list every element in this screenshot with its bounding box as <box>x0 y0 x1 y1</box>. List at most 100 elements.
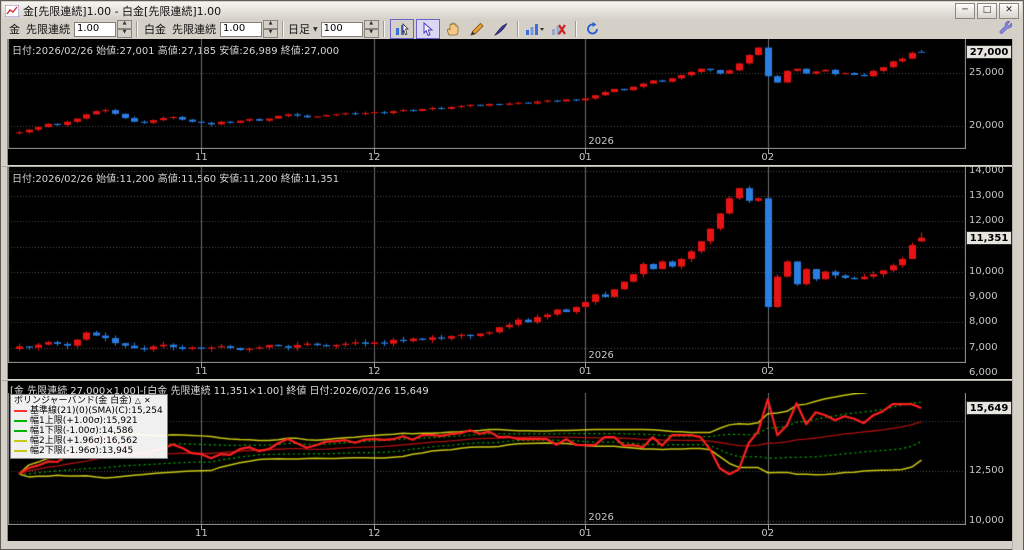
legend-item: 幅1上限(+1.00σ):15,921 <box>14 416 163 426</box>
spread-yaxis-tick: 12,500 <box>969 465 1004 476</box>
legend-item: 基準線(21)(0)(SMA)(C):15,254 <box>14 406 163 416</box>
spread-xaxis-month-label: 02 <box>761 528 775 539</box>
platinum-xaxis-month-label: 01 <box>579 366 592 377</box>
timeframe-label: 日足 <box>288 23 310 36</box>
settings-button[interactable] <box>999 21 1013 37</box>
platinum-chart-canvas[interactable] <box>8 167 966 363</box>
legend-line-swatch <box>14 430 27 432</box>
legend-close-icon[interactable]: ✕ <box>144 396 151 406</box>
spread-xaxis-month-label: 11 <box>195 528 208 539</box>
platinum-multiplier-up-icon[interactable]: ▲ <box>263 20 278 29</box>
gold-yaxis-tick: 25,000 <box>969 67 1004 78</box>
select-tool-button[interactable] <box>415 19 440 39</box>
close-button[interactable]: ✕ <box>999 2 1019 19</box>
legend-item-label: 幅1上限(+1.00σ):15,921 <box>30 416 138 426</box>
spread-xaxis-month-label: 01 <box>579 528 592 539</box>
maximize-button[interactable]: □ <box>977 2 997 19</box>
platinum-yaxis-tick: 6,000 <box>969 366 998 378</box>
spread-xaxis-month-label: 12 <box>367 528 381 539</box>
legend-item-label: 幅2上限(+1.96σ):16,562 <box>30 436 138 446</box>
gold-chart-canvas[interactable] <box>8 39 966 149</box>
bar-chart-icon <box>525 24 544 35</box>
window-title: 金[先限連続]1.00 - 白金[先限連続]1.00 <box>23 4 222 18</box>
legend-item: 幅2下限(-1.96σ):13,945 <box>14 446 163 456</box>
chart-type-button[interactable] <box>524 20 546 38</box>
platinum-yaxis-tick: 8,000 <box>969 316 998 328</box>
legend-item-label: 基準線(21)(0)(SMA)(C):15,254 <box>30 406 163 416</box>
gold-xaxis-month-label: 12 <box>367 152 381 163</box>
remove-indicator-button[interactable] <box>548 20 570 38</box>
legend-item-label: 幅1下限(-1.00σ):14,586 <box>30 426 134 436</box>
spread-xaxis-year-label: 2026 <box>588 512 614 523</box>
gold-xaxis-month-label: 01 <box>579 152 592 163</box>
platinum-yaxis-tick: 7,000 <box>969 341 998 353</box>
gold-label: 金 <box>9 23 20 36</box>
minimize-button[interactable]: ─ <box>955 2 975 19</box>
title-bar[interactable]: 金[先限連続]1.00 - 白金[先限連続]1.00 ─ □ ✕ <box>2 2 1022 20</box>
panel-separator[interactable] <box>2 379 1013 381</box>
platinum-xaxis-month-label: 11 <box>195 366 208 377</box>
legend-line-swatch <box>14 420 27 422</box>
toolbar-separator <box>282 21 284 37</box>
toolbar-separator <box>136 21 138 37</box>
bar-count-up-icon[interactable]: ▲ <box>363 20 379 29</box>
gold-yaxis-tick: 20,000 <box>969 119 1004 131</box>
platinum-xaxis-month-label: 02 <box>761 366 775 377</box>
bar-count-input[interactable]: 100 <box>320 21 363 37</box>
gold-series-label: 先限連続 <box>26 23 70 36</box>
platinum-current-price: 11,351 <box>966 230 1012 245</box>
timeframe-select[interactable]: 日足 ▼ <box>288 21 318 37</box>
platinum-yaxis-tick: 12,000 <box>969 215 1004 227</box>
draw-line-button[interactable] <box>466 20 488 38</box>
bar-count-spinner[interactable]: 100 ▲ ▼ <box>320 20 379 38</box>
wrench-icon <box>999 21 1013 34</box>
crosshair-tool-button[interactable] <box>389 19 414 39</box>
gold-current-price: 27,000 <box>966 44 1012 59</box>
spread-current-price: 15,649 <box>966 401 1012 416</box>
chevron-down-icon: ▼ <box>313 25 318 33</box>
bollinger-legend-title-row: ボリンジャーバンド(金 白金) △ ✕ <box>14 396 163 406</box>
toolbar: 金 先限連続 1.00 ▲ ▼ 白金 先限連続 1.00 ▲ ▼ 日足 ▼ 100 … <box>2 19 1022 39</box>
legend-item: 幅1下限(-1.00σ):14,586 <box>14 426 163 436</box>
gold-xaxis-year-label: 2026 <box>588 136 614 147</box>
right-frame <box>1012 39 1023 550</box>
refresh-button[interactable] <box>582 20 604 38</box>
gold-xaxis-month-label: 02 <box>761 152 775 163</box>
gold-multiplier-spinner[interactable]: 1.00 ▲ ▼ <box>74 20 132 38</box>
hand-icon <box>447 22 459 36</box>
chart-window: 金[先限連続]1.00 - 白金[先限連続]1.00 ─ □ ✕ 金 先限連続 … <box>0 0 1024 550</box>
gold-multiplier-down-icon[interactable]: ▼ <box>117 29 132 38</box>
platinum-multiplier-input[interactable]: 1.00 <box>220 21 262 37</box>
legend-collapse-icon[interactable]: △ <box>135 396 141 406</box>
chart-region: 日付:2026/02/26 始値:27,001 高値:27,185 安値:26,… <box>2 39 1013 541</box>
platinum-label: 白金 <box>144 23 166 36</box>
bollinger-legend-title: ボリンジャーバンド(金 白金) <box>14 396 132 406</box>
annotate-pen-button[interactable] <box>490 20 512 38</box>
platinum-xaxis-year-label: 2026 <box>588 350 614 361</box>
platinum-series-label: 先限連続 <box>172 23 216 36</box>
legend-line-swatch <box>14 440 27 442</box>
toolbar-separator <box>516 21 519 37</box>
cursor-icon <box>423 22 433 36</box>
window-chart-icon <box>5 4 19 17</box>
legend-line-swatch <box>14 450 27 452</box>
gold-xaxis-month-label: 11 <box>195 152 208 163</box>
legend-item-label: 幅2下限(-1.96σ):13,945 <box>30 446 134 456</box>
platinum-multiplier-down-icon[interactable]: ▼ <box>263 29 278 38</box>
legend-line-swatch <box>14 410 27 412</box>
refresh-icon <box>587 22 599 35</box>
chart-pointer-icon <box>395 23 409 35</box>
gold-multiplier-input[interactable]: 1.00 <box>74 21 116 37</box>
spread-yaxis-tick: 10,000 <box>969 515 1004 526</box>
pencil-icon <box>470 22 484 36</box>
delete-chart-icon <box>551 24 566 35</box>
bollinger-legend: ボリンジャーバンド(金 白金) △ ✕ 基準線(21)(0)(SMA)(C):15,2… <box>10 394 168 459</box>
platinum-xaxis-month-label: 12 <box>367 366 381 377</box>
platinum-yaxis-tick: 10,000 <box>969 265 1004 277</box>
platinum-multiplier-spinner[interactable]: 1.00 ▲ ▼ <box>220 20 278 38</box>
pan-tool-button[interactable] <box>442 20 464 38</box>
platinum-yaxis-tick: 13,000 <box>969 190 1004 201</box>
gold-multiplier-up-icon[interactable]: ▲ <box>117 20 132 29</box>
toolbar-separator <box>382 21 385 37</box>
bar-count-down-icon[interactable]: ▼ <box>363 29 379 38</box>
